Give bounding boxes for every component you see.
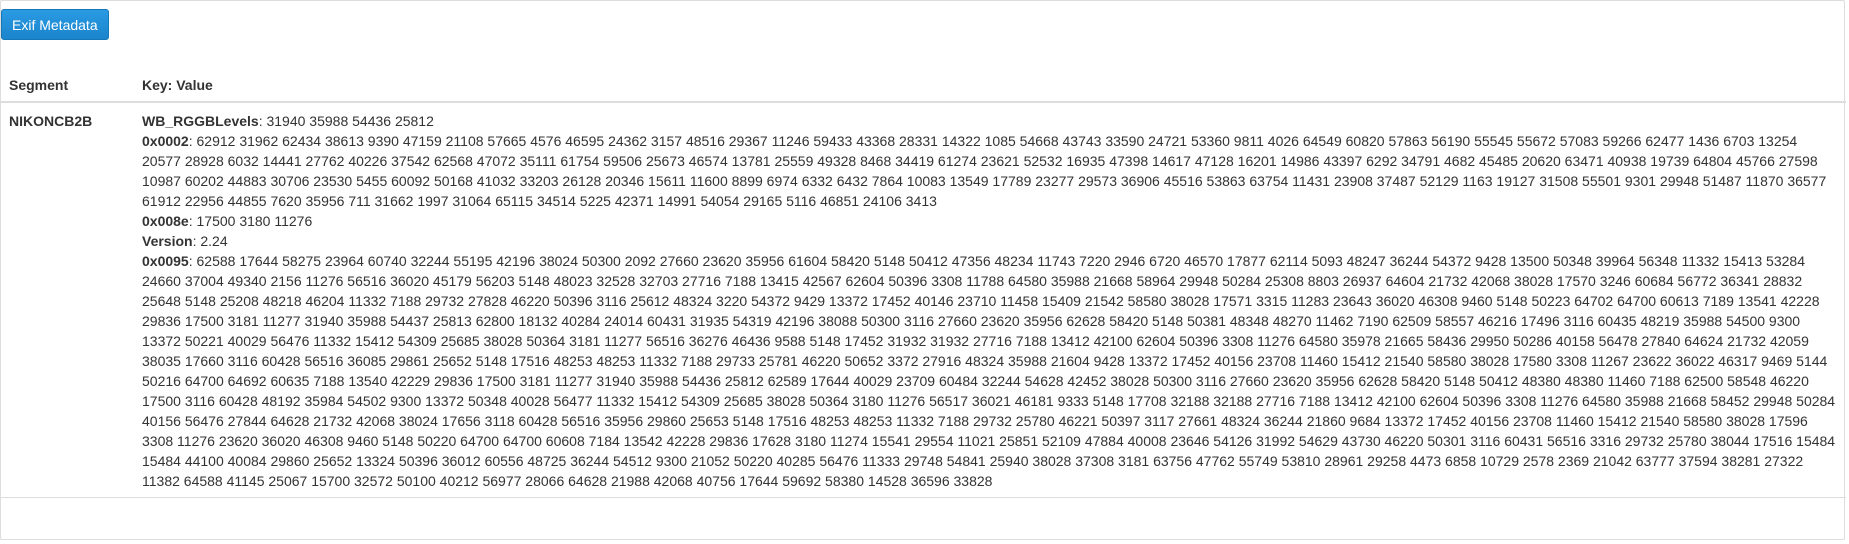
exif-panel: Exif Metadata Segment Key: Value NIKONCB… [0, 0, 1846, 540]
kv-key: 0x0002 [142, 133, 189, 149]
kv-entry-version: Version: 2.24 [142, 233, 228, 249]
kv-key: WB_RGGBLevels [142, 113, 259, 129]
kv-key: 0x008e [142, 213, 189, 229]
table-header-row: Segment Key: Value [1, 63, 1846, 103]
kv-value: 17500 3180 11276 [196, 213, 313, 229]
kv-entry-0x0002: 0x0002: 62912 31962 62434 38613 9390 471… [142, 133, 1827, 209]
exif-table: Segment Key: Value NIKONCB2B WB_RGGBLeve… [1, 63, 1846, 498]
kv-entry-0x0095: 0x0095: 62588 17644 58275 23964 60740 32… [142, 253, 1836, 489]
kv-value: 2.24 [200, 233, 228, 249]
column-header-key-value: Key: Value [134, 63, 1846, 103]
kv-entry-0x008e: 0x008e: 17500 3180 11276 [142, 213, 313, 229]
kv-key: 0x0095 [142, 253, 189, 269]
column-header-segment: Segment [1, 63, 134, 103]
key-value-cell: WB_RGGBLevels: 31940 35988 54436 25812 0… [134, 102, 1846, 498]
exif-metadata-button[interactable]: Exif Metadata [1, 9, 109, 40]
kv-value: 62912 31962 62434 38613 9390 47159 21108… [142, 133, 1827, 209]
kv-entry-wb-rggblevels: WB_RGGBLevels: 31940 35988 54436 25812 [142, 113, 434, 129]
segment-cell: NIKONCB2B [1, 102, 134, 498]
kv-value: 62588 17644 58275 23964 60740 32244 5519… [142, 253, 1836, 489]
table-row: NIKONCB2B WB_RGGBLevels: 31940 35988 544… [1, 102, 1846, 498]
kv-key: Version [142, 233, 193, 249]
kv-value: 31940 35988 54436 25812 [266, 113, 434, 129]
